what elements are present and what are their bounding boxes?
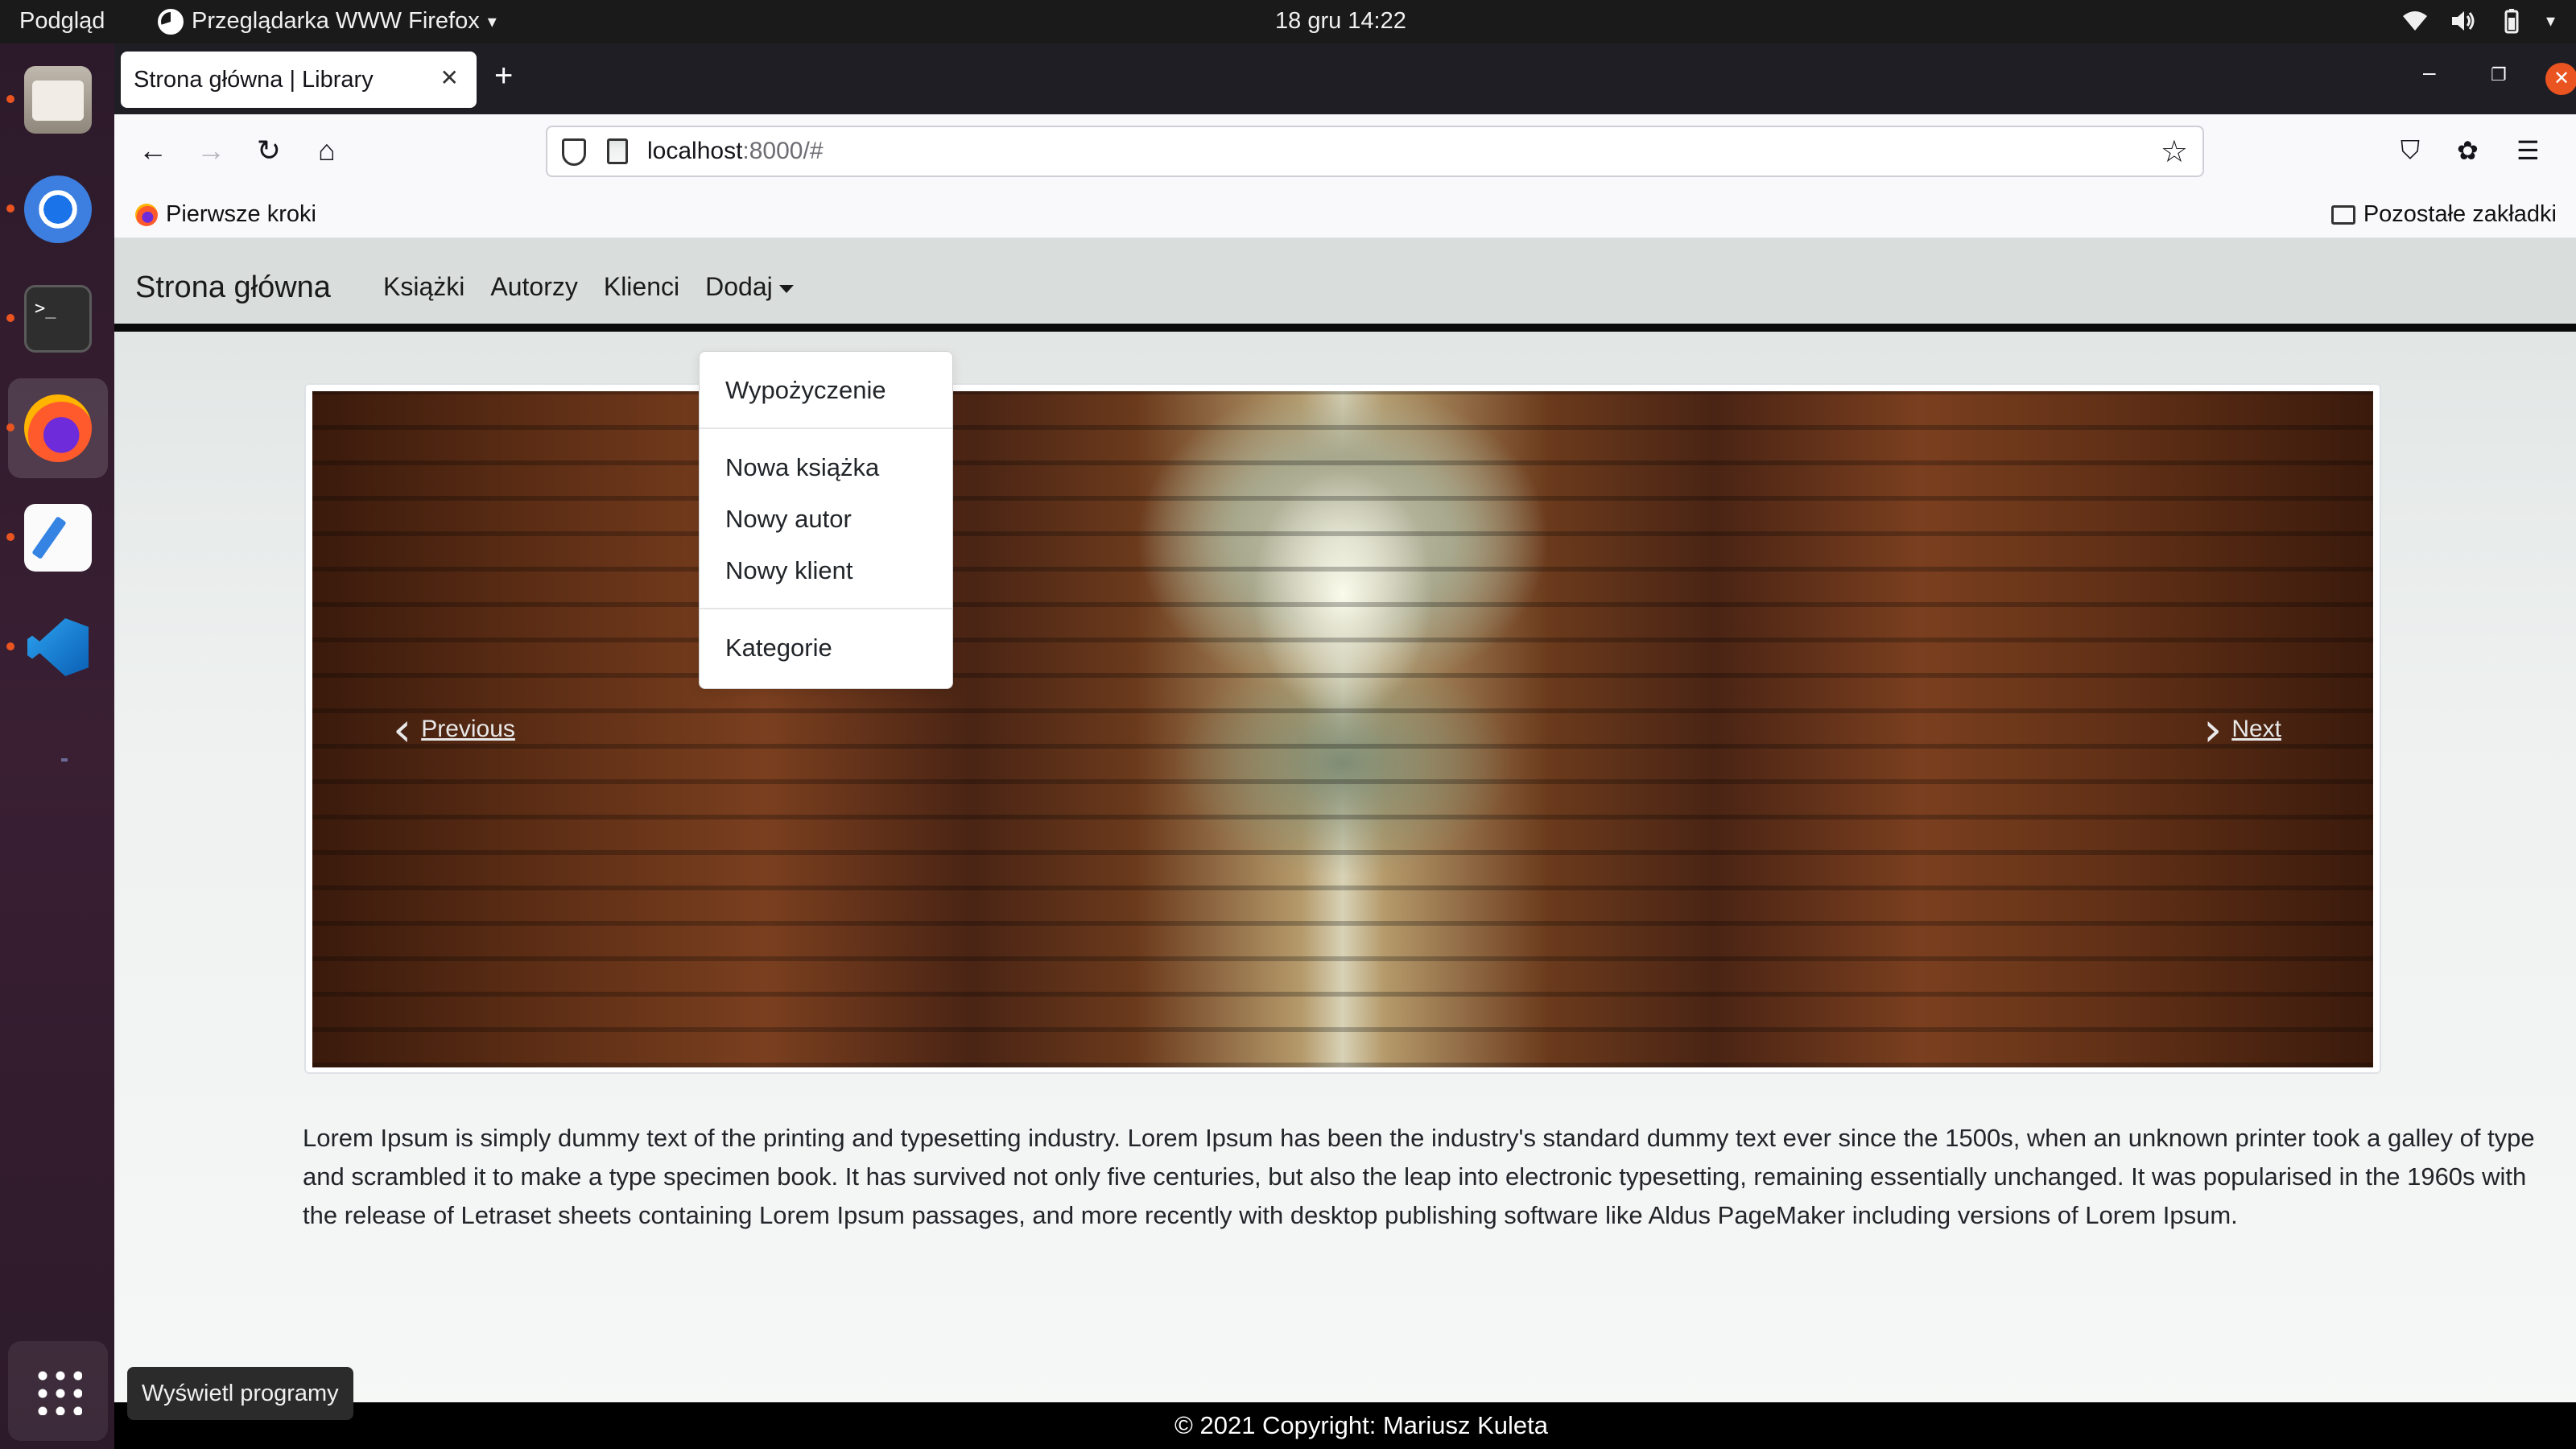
bookmark-label: Pierwsze kroki bbox=[166, 201, 316, 227]
chevron-left-icon: ‹ bbox=[393, 702, 412, 757]
url-bar[interactable]: localhost:8000/# ☆ bbox=[546, 126, 2204, 177]
firefox-icon bbox=[135, 203, 158, 226]
dock-text-editor[interactable] bbox=[6, 488, 108, 588]
page-icon[interactable] bbox=[607, 138, 628, 164]
system-top-bar: Podgląd Przeglądarka WWW Firefox ▾ 18 gr… bbox=[0, 0, 2576, 43]
menu-divider bbox=[700, 608, 952, 609]
site-brand[interactable]: Strona główna bbox=[135, 270, 331, 305]
terminal-icon: >_ bbox=[24, 285, 92, 353]
running-indicator bbox=[6, 95, 14, 103]
pocket-icon[interactable]: ⛉ bbox=[2401, 135, 2420, 166]
text-editor-icon bbox=[24, 504, 92, 572]
dock-vscode[interactable] bbox=[6, 597, 108, 697]
clock[interactable]: 18 gru 14:22 bbox=[1275, 8, 1406, 35]
site-footer: © 2021 Copyright: Mariusz Kuleta bbox=[114, 1402, 2576, 1449]
dock-files[interactable] bbox=[6, 50, 108, 150]
menu-item-rental[interactable]: Wypożyczenie bbox=[725, 376, 886, 405]
dock: >_ bbox=[0, 43, 114, 1449]
close-tab-icon[interactable]: ✕ bbox=[440, 64, 459, 91]
site-navbar: Strona główna Książki Autorzy Klienci Do… bbox=[114, 238, 2576, 332]
firefox-icon bbox=[158, 8, 184, 35]
battery-icon bbox=[2504, 9, 2519, 34]
carousel-next[interactable]: › Next bbox=[2203, 391, 2281, 1067]
url-text: localhost:8000/# bbox=[647, 138, 824, 165]
show-apps-tooltip: Wyświetl programy bbox=[127, 1367, 353, 1420]
workspace-indicator bbox=[61, 758, 68, 762]
intro-paragraph: Lorem Ipsum is simply dummy text of the … bbox=[303, 1124, 2535, 1229]
files-icon bbox=[24, 66, 92, 134]
activities-button[interactable]: Podgląd bbox=[19, 8, 105, 35]
app-menu[interactable]: Przeglądarka WWW Firefox ▾ bbox=[158, 8, 497, 35]
firefox-icon bbox=[24, 394, 92, 462]
system-tray[interactable]: ▾ bbox=[2401, 8, 2555, 34]
nav-add-label: Dodaj bbox=[705, 272, 773, 301]
wifi-icon bbox=[2402, 11, 2427, 31]
tab-bar: Strona główna | Library ✕ + – ❐ ✕ bbox=[114, 43, 2576, 114]
menu-item-new-client[interactable]: Nowy klient bbox=[725, 556, 853, 585]
volume-icon bbox=[2451, 11, 2475, 31]
running-indicator bbox=[6, 642, 14, 650]
other-bookmarks[interactable]: Pozostałe zakładki bbox=[2330, 201, 2557, 228]
caret-down-icon bbox=[778, 284, 794, 293]
folder-icon bbox=[2330, 204, 2355, 225]
dock-chrome[interactable] bbox=[6, 159, 108, 259]
vscode-icon bbox=[24, 613, 92, 681]
tab-library[interactable]: Strona główna | Library ✕ bbox=[121, 52, 477, 108]
running-indicator bbox=[6, 314, 14, 322]
chrome-icon bbox=[24, 175, 92, 243]
nav-toolbar: ← → ↻ ⌂ localhost:8000/# ☆ ⛉ ✿ ☰ bbox=[114, 114, 2576, 192]
menu-icon[interactable]: ☰ bbox=[2516, 135, 2540, 166]
forward-button[interactable]: → bbox=[192, 134, 230, 167]
library-image: ‹ Previous › Next bbox=[312, 391, 2373, 1067]
other-bookmarks-label: Pozostałe zakładki bbox=[2363, 201, 2557, 227]
shelf-texture bbox=[312, 391, 2373, 1067]
url-host: localhost bbox=[647, 138, 743, 164]
carousel-next-label: Next bbox=[2231, 716, 2281, 742]
web-page: Strona główna Książki Autorzy Klienci Do… bbox=[114, 238, 2576, 1449]
image-carousel: ‹ Previous › Next bbox=[304, 383, 2381, 1074]
back-button[interactable]: ← bbox=[134, 134, 172, 167]
app-menu-label: Przeglądarka WWW Firefox bbox=[192, 8, 480, 34]
app-grid-icon bbox=[34, 1367, 82, 1415]
nav-books[interactable]: Książki bbox=[383, 272, 464, 302]
maximize-button[interactable]: ❐ bbox=[2491, 64, 2507, 85]
chevron-right-icon: › bbox=[2203, 702, 2223, 757]
home-button[interactable]: ⌂ bbox=[308, 134, 346, 167]
copyright-text: © 2021 Copyright: Mariusz Kuleta bbox=[1174, 1411, 1548, 1439]
nav-authors[interactable]: Autorzy bbox=[490, 272, 577, 302]
nav-add-dropdown[interactable]: Dodaj bbox=[705, 272, 794, 302]
url-path: :8000/# bbox=[742, 138, 824, 164]
shield-icon[interactable] bbox=[562, 138, 586, 166]
new-tab-button[interactable]: + bbox=[494, 58, 513, 94]
reload-button[interactable]: ↻ bbox=[250, 134, 288, 167]
menu-divider bbox=[700, 427, 952, 429]
minimize-button[interactable]: – bbox=[2423, 60, 2436, 85]
menu-item-categories[interactable]: Kategorie bbox=[725, 634, 832, 663]
menu-item-new-book[interactable]: Nowa książka bbox=[725, 453, 879, 482]
bookmark-star-icon[interactable]: ☆ bbox=[2161, 134, 2188, 170]
nav-clients[interactable]: Klienci bbox=[604, 272, 679, 302]
firefox-window: Strona główna | Library ✕ + – ❐ ✕ ← → ↻ … bbox=[114, 43, 2576, 1449]
chevron-down-icon: ▾ bbox=[2545, 10, 2555, 31]
chevron-down-icon: ▾ bbox=[487, 10, 497, 31]
bookmark-getting-started[interactable]: Pierwsze kroki bbox=[135, 201, 316, 228]
tab-title: Strona główna | Library bbox=[134, 66, 374, 93]
running-indicator bbox=[6, 204, 14, 213]
show-apps-button[interactable] bbox=[8, 1341, 108, 1441]
running-indicator bbox=[6, 423, 14, 431]
close-window-button[interactable]: ✕ bbox=[2545, 63, 2576, 95]
bookmarks-toolbar: Pierwsze kroki Pozostałe zakładki bbox=[114, 192, 2576, 238]
running-indicator bbox=[6, 533, 14, 541]
dock-terminal[interactable]: >_ bbox=[6, 269, 108, 369]
carousel-prev[interactable]: ‹ Previous bbox=[393, 391, 515, 1067]
menu-item-new-author[interactable]: Nowy autor bbox=[725, 505, 852, 534]
add-dropdown-menu: Wypożyczenie Nowa książka Nowy autor Now… bbox=[699, 351, 953, 689]
carousel-prev-label: Previous bbox=[421, 716, 515, 742]
nav-links: Książki Autorzy Klienci Dodaj bbox=[383, 272, 794, 302]
extensions-icon[interactable]: ✿ bbox=[2457, 135, 2479, 166]
dock-firefox[interactable] bbox=[6, 378, 108, 478]
